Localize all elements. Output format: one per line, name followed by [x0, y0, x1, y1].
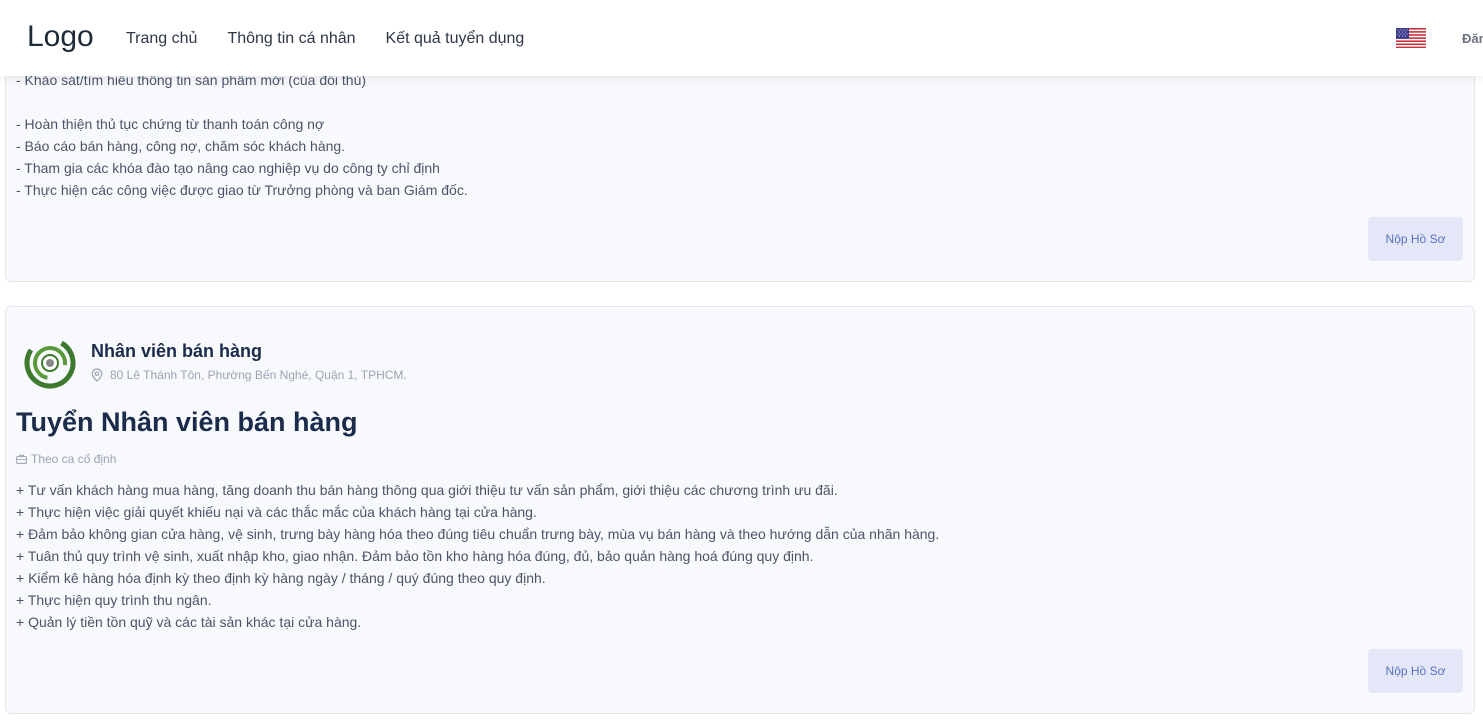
job-card: Nhân viên bán hàng 80 Lê Thánh Tôn, Phườ… — [5, 306, 1475, 714]
logo[interactable]: Logo — [27, 20, 94, 54]
address-text: 80 Lê Thánh Tôn, Phường Bến Nghé, Quận 1… — [110, 368, 407, 382]
apply-button[interactable]: Nộp Hồ Sơ — [1368, 217, 1463, 261]
us-flag-icon[interactable] — [1396, 28, 1426, 48]
nav-home[interactable]: Trang chủ — [126, 30, 197, 48]
job-title[interactable]: Tuyển Nhân viên bán hàng — [16, 407, 358, 438]
login-link[interactable]: Đăng nhập — [1462, 31, 1483, 46]
job-description: + Tư vấn khách hàng mua hàng, tăng doanh… — [16, 482, 940, 630]
address: 80 Lê Thánh Tôn, Phường Bến Nghé, Quận 1… — [91, 368, 407, 382]
company-logo — [24, 337, 76, 389]
nav-recruitment-results[interactable]: Kết quả tuyển dụng — [386, 30, 525, 48]
shift-info: Theo ca cố định — [16, 452, 116, 466]
page: - Khảo sát/tìm hiểu thông tin sản phẩm m… — [0, 0, 1483, 728]
company-name[interactable]: Nhân viên bán hàng — [91, 341, 262, 362]
top-navbar: Logo Trang chủ Thông tin cá nhân Kết quả… — [0, 0, 1483, 76]
shift-text: Theo ca cố định — [31, 452, 117, 466]
nav-profile[interactable]: Thông tin cá nhân — [227, 30, 355, 48]
job-description: - Khảo sát/tìm hiểu thông tin sản phẩm m… — [16, 72, 468, 198]
main-nav: Trang chủ Thông tin cá nhân Kết quả tuyể… — [126, 30, 554, 48]
briefcase-icon — [16, 454, 27, 464]
apply-button[interactable]: Nộp Hồ Sơ — [1368, 649, 1463, 693]
location-pin-icon — [91, 368, 103, 382]
